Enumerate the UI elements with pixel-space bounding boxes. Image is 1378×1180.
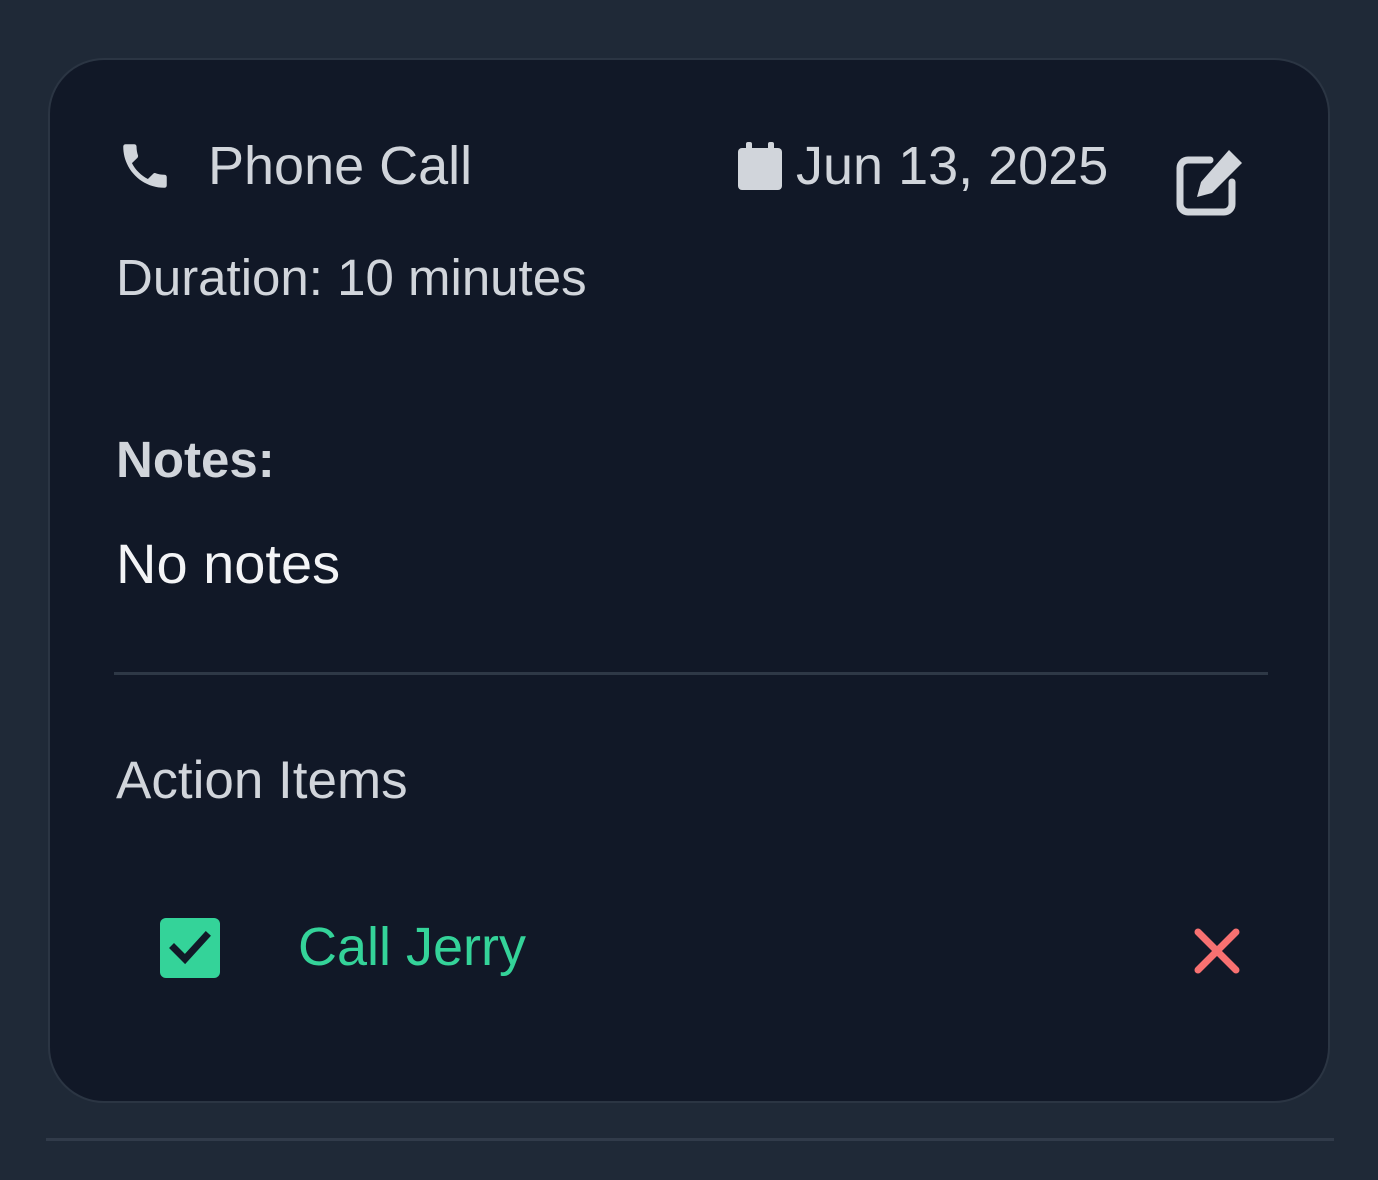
action-items-heading: Action Items	[116, 751, 408, 810]
edit-button[interactable]	[1172, 144, 1248, 220]
delete-action-item-button[interactable]	[1192, 926, 1242, 976]
list-divider	[46, 1138, 1334, 1141]
calendar-icon	[738, 142, 782, 190]
interaction-card: Phone Call Jun 13, 2025 Duration: 10 min…	[48, 58, 1330, 1103]
interaction-type: Phone Call	[114, 138, 472, 194]
interaction-type-label: Phone Call	[208, 136, 473, 196]
interaction-date-label: Jun 13, 2025	[796, 136, 1109, 196]
action-item-text: Call Jerry	[298, 917, 527, 977]
page: Phone Call Jun 13, 2025 Duration: 10 min…	[0, 0, 1378, 1180]
section-divider	[114, 672, 1268, 675]
checkmark-icon	[169, 931, 211, 965]
action-item: Call Jerry	[160, 914, 1250, 978]
interaction-duration: Duration: 10 minutes	[116, 249, 587, 306]
phone-icon	[123, 144, 167, 188]
action-item-checkbox[interactable]	[160, 918, 220, 978]
close-icon	[1194, 928, 1240, 974]
interaction-date: Jun 13, 2025	[738, 138, 1108, 194]
notes-text: No notes	[116, 532, 341, 595]
notes-heading: Notes:	[116, 431, 275, 488]
